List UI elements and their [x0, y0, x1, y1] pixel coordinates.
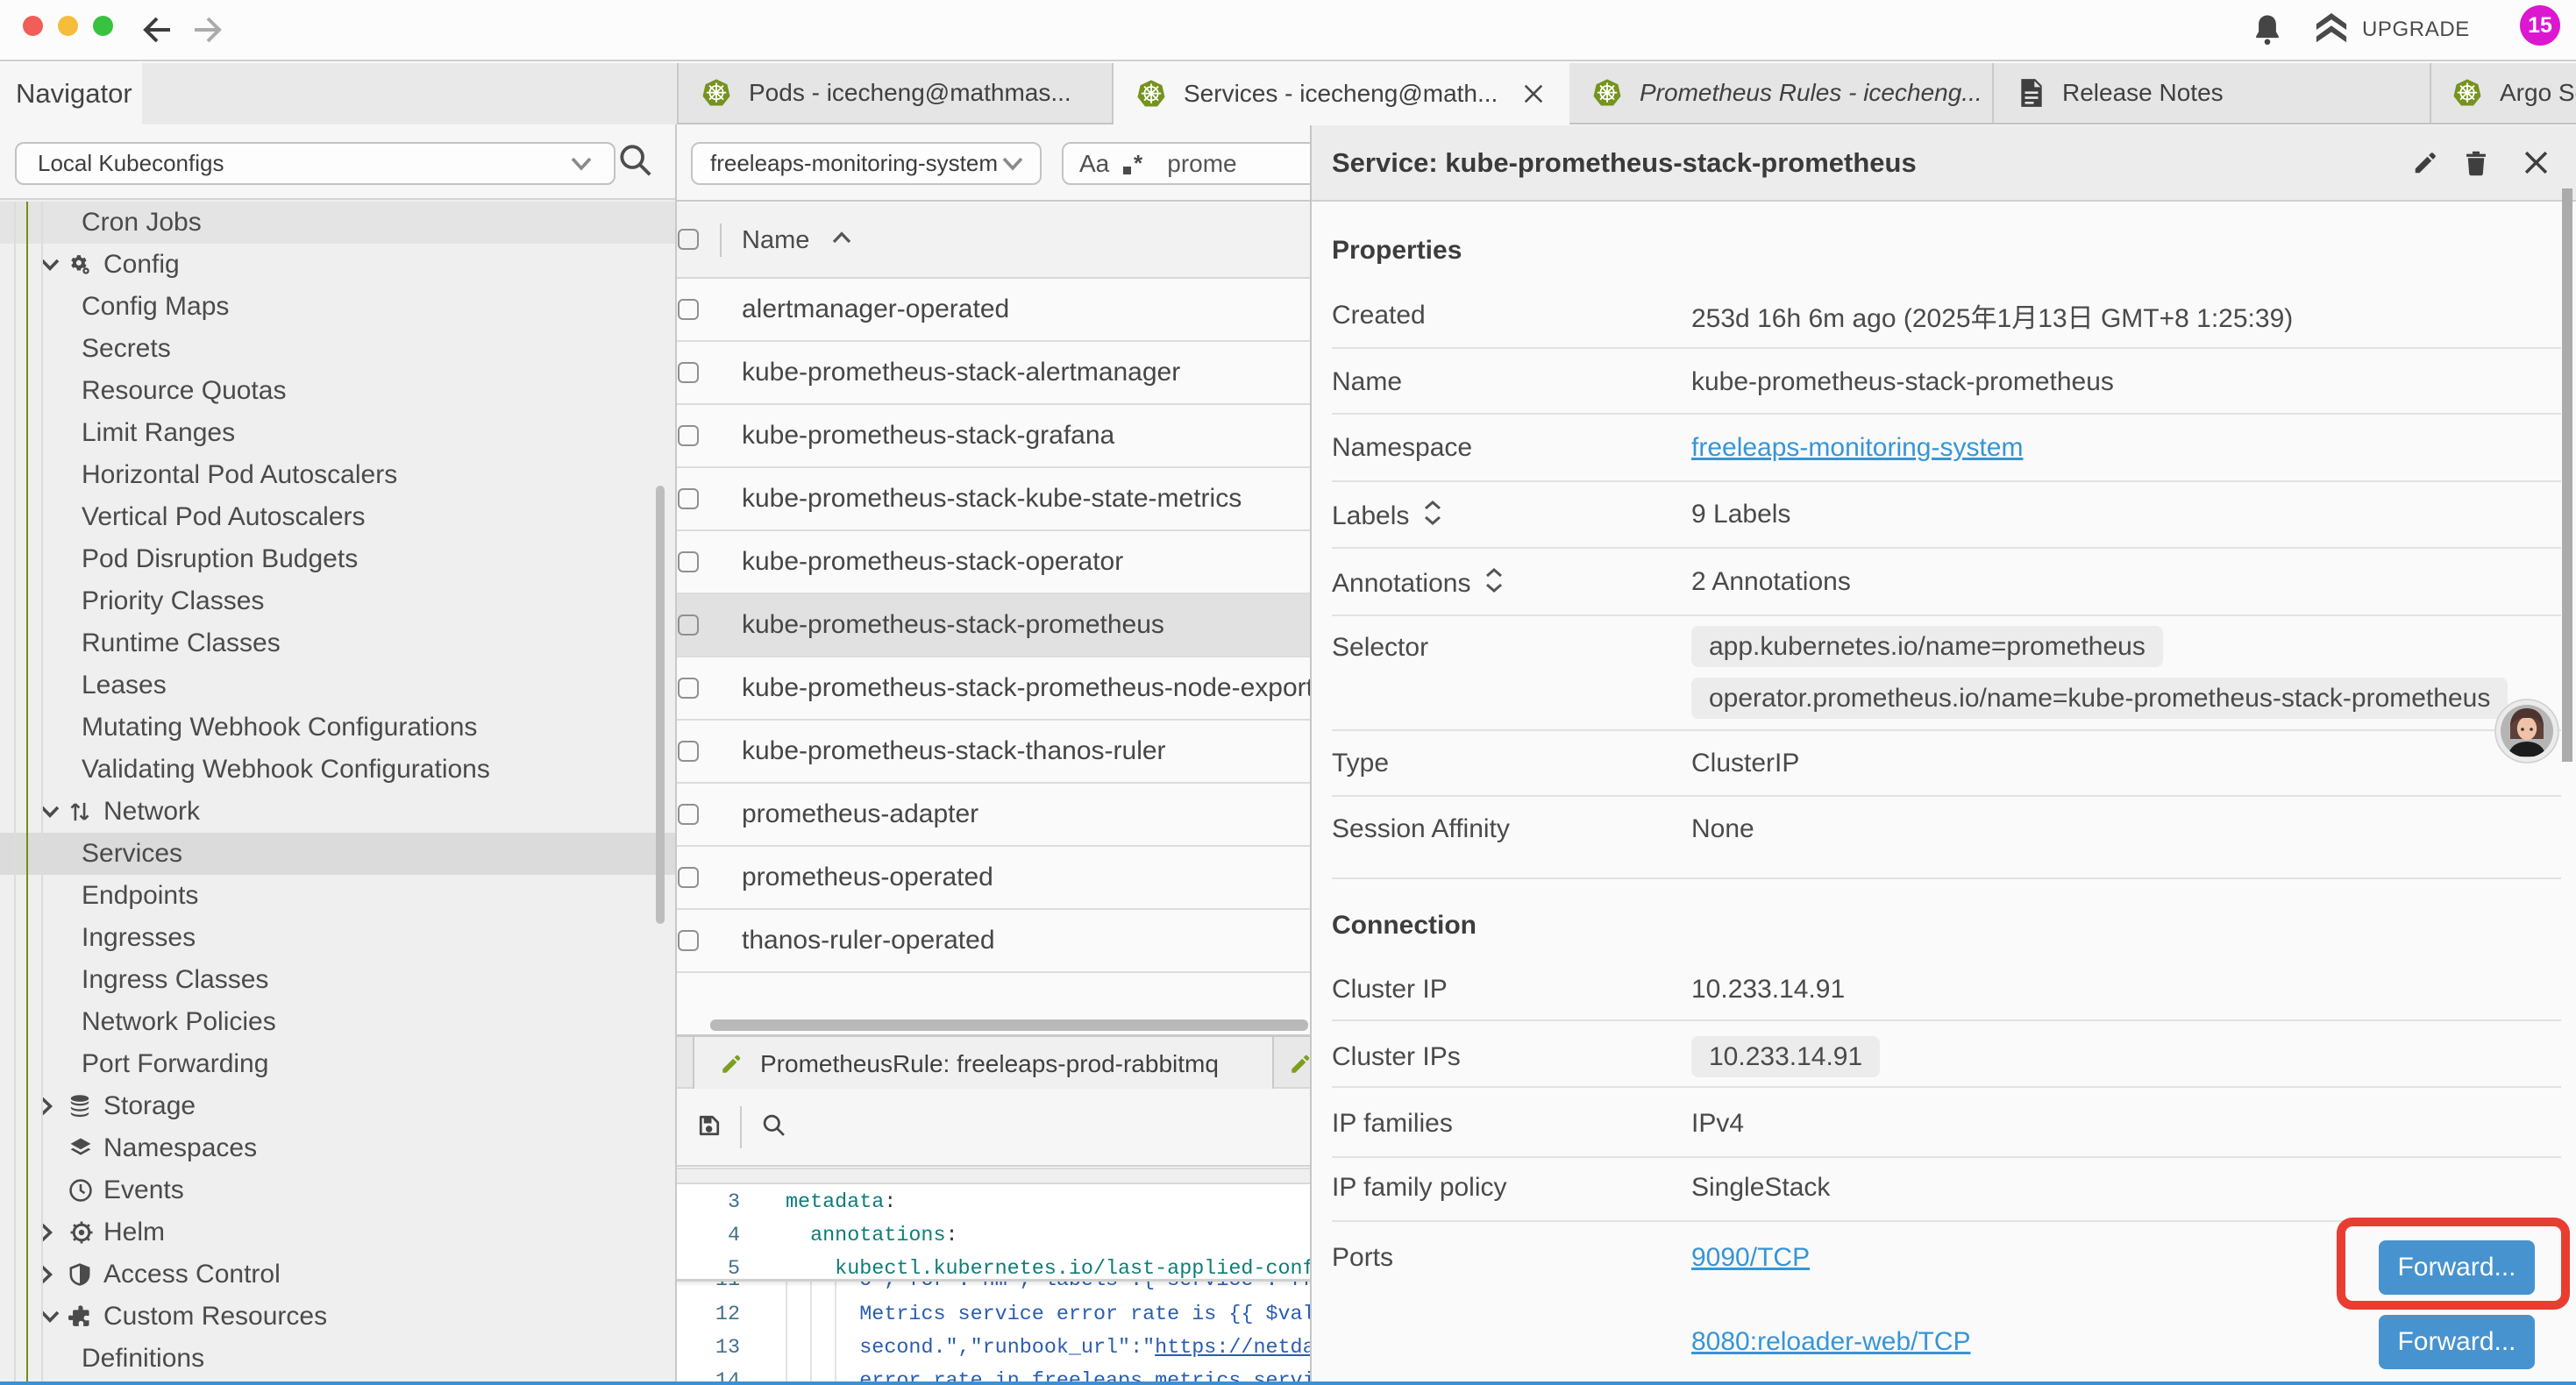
svg-text:*: *	[1134, 152, 1143, 176]
